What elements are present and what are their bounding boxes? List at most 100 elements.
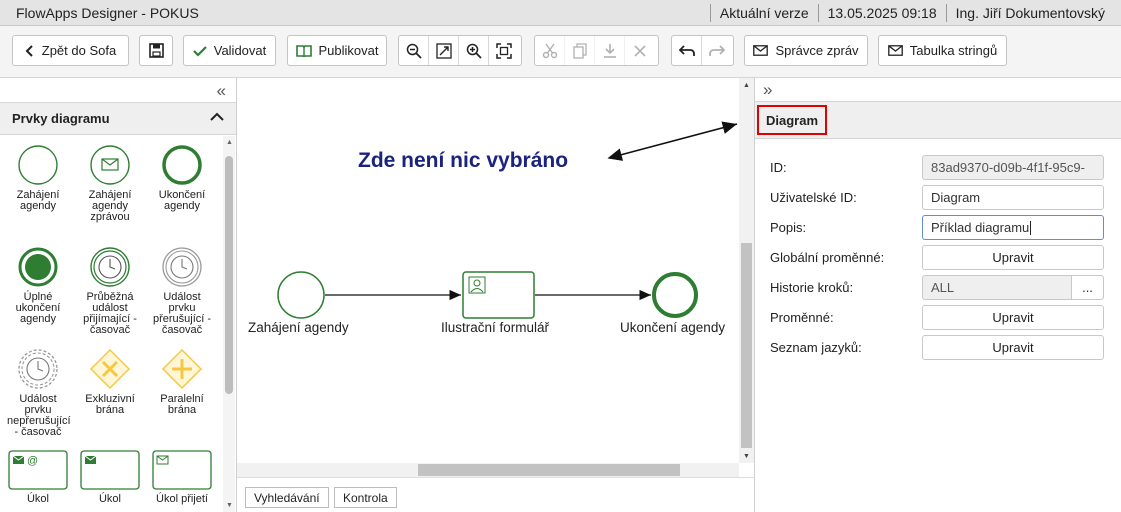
panel-title: Prvky diagramu: [12, 111, 110, 126]
palette-terminate-end-event[interactable]: Úplné ukončení agendy: [7, 246, 69, 325]
scroll-up-icon[interactable]: ▲: [743, 82, 750, 89]
user-id-field[interactable]: Diagram: [922, 185, 1104, 210]
messages-label: Správce zpráv: [775, 43, 859, 58]
step-history-more-button[interactable]: ...: [1071, 276, 1103, 299]
properties-header: Diagram: [755, 101, 1121, 139]
palette-item-label: Úplné ukončení agendy: [15, 291, 61, 325]
back-button[interactable]: Zpět do Sofa: [12, 35, 129, 66]
validate-button[interactable]: Validovat: [183, 35, 276, 66]
scrollbar-thumb[interactable]: [225, 156, 233, 394]
redo-button[interactable]: [702, 36, 732, 65]
datetime-label: 13.05.2025 09:18: [817, 3, 946, 22]
paste-icon: [603, 43, 616, 58]
delete-button[interactable]: [625, 36, 655, 65]
zoom-in-icon: [466, 43, 482, 59]
collapse-left-icon[interactable]: «: [217, 81, 226, 101]
description-field[interactable]: Příklad diagramu: [922, 215, 1104, 240]
tab-check[interactable]: Kontrola: [334, 487, 397, 508]
palette-start-event[interactable]: Zahájení agendy: [7, 144, 69, 212]
undo-icon: [678, 44, 695, 56]
strings-label: Tabulka stringů: [909, 43, 998, 58]
zoom-out-icon: [406, 43, 422, 59]
task-node[interactable]: [462, 271, 535, 319]
palette-send-task[interactable]: Úkol: [80, 450, 140, 505]
fit-screen-button[interactable]: [489, 36, 519, 65]
cut-button[interactable]: [535, 36, 565, 65]
chevron-up-icon[interactable]: [210, 110, 224, 125]
palette-item-label: Zahájení agendy zprávou: [88, 189, 132, 223]
message-start-event-icon: [90, 145, 130, 185]
step-history-label: Historie kroků:: [770, 280, 854, 295]
edit-languages-button[interactable]: Upravit: [922, 335, 1104, 360]
scrollbar-thumb[interactable]: [741, 243, 752, 448]
strings-table-button[interactable]: Tabulka stringů: [878, 35, 1007, 66]
redo-icon: [709, 44, 725, 56]
palette-email-task[interactable]: @ Úkol: [8, 450, 68, 505]
exclusive-gateway-icon: [89, 348, 131, 390]
description-label: Popis:: [770, 220, 807, 235]
validate-label: Validovat: [213, 43, 267, 58]
collapse-right-icon[interactable]: »: [763, 80, 772, 100]
zoom-fit-icon: [435, 42, 452, 59]
palette-exclusive-gateway[interactable]: Exkluzivní brána: [79, 348, 141, 416]
start-event[interactable]: [277, 271, 325, 319]
global-variables-label: Globální proměnné:: [770, 250, 885, 265]
messages-button[interactable]: Správce zpráv: [744, 35, 868, 66]
variables-label: Proměnné:: [770, 310, 834, 325]
book-icon: [295, 44, 312, 57]
paste-button[interactable]: [595, 36, 625, 65]
publish-button[interactable]: Publikovat: [287, 35, 387, 66]
palette-receive-task[interactable]: Úkol přijetí: [152, 450, 212, 505]
receive-task-icon: [152, 450, 212, 490]
fit-screen-icon: [496, 42, 512, 59]
zoom-out-button[interactable]: [399, 36, 429, 65]
end-event-icon: [162, 145, 202, 185]
user-task-icon: [468, 276, 486, 294]
text-caret: [1030, 220, 1032, 235]
send-task-icon: [80, 450, 140, 490]
diagram-canvas[interactable]: Zde není nic vybráno Zahájení agendy Ilu…: [237, 78, 754, 512]
diagram-elements-panel: « Prvky diagramu Zahájení agendy Zahájen…: [0, 78, 237, 512]
step-history-field[interactable]: ALL ...: [922, 275, 1104, 300]
diagram-svg: [277, 121, 738, 319]
tab-search[interactable]: Vyhledávání: [245, 487, 329, 508]
copy-button[interactable]: [565, 36, 595, 65]
palette-end-event[interactable]: Ukončení agendy: [151, 144, 213, 212]
canvas-vertical-scrollbar[interactable]: ▲ ▼: [739, 78, 754, 463]
email-task-icon: @: [8, 450, 68, 490]
scroll-up-icon[interactable]: ▲: [226, 139, 233, 146]
palette-timer-boundary-interrupting[interactable]: Událost prvku přerušující - časovač: [151, 246, 213, 336]
scrollbar-thumb[interactable]: [418, 464, 680, 476]
canvas-horizontal-scrollbar[interactable]: [237, 463, 739, 477]
save-button[interactable]: [139, 35, 173, 66]
user-name: Ing. Jiří Dokumentovský: [945, 3, 1121, 22]
end-event[interactable]: [652, 272, 698, 318]
end-event-label: Ukončení agendy: [620, 320, 726, 335]
palette-timer-boundary-non-interrupting[interactable]: Událost prvku nepřerušující - časovač: [7, 348, 71, 438]
zoom-fit-button[interactable]: [429, 36, 459, 65]
palette-message-start-event[interactable]: Zahájení agendy zprávou: [79, 144, 141, 223]
palette-item-label: Událost prvku nepřerušující - časovač: [7, 393, 71, 438]
scroll-down-icon[interactable]: ▼: [226, 502, 233, 509]
start-event-label: Zahájení agendy: [248, 320, 349, 335]
zoom-group: [398, 35, 522, 66]
save-icon: [148, 43, 164, 58]
properties-panel: » Diagram ID: 83ad9370-d09b-4f1f-95c9- U…: [754, 78, 1121, 512]
svg-text:@: @: [27, 455, 38, 467]
palette-item-label: Zahájení agendy: [16, 189, 60, 212]
scroll-down-icon[interactable]: ▼: [743, 453, 750, 460]
id-field[interactable]: 83ad9370-d09b-4f1f-95c9-: [922, 155, 1104, 180]
terminate-end-event-icon: [18, 247, 58, 287]
envelope-icon: [753, 45, 769, 56]
edit-variables-button[interactable]: Upravit: [922, 305, 1104, 330]
edit-global-variables-button[interactable]: Upravit: [922, 245, 1104, 270]
palette-parallel-gateway[interactable]: Paralelní brána: [151, 348, 213, 416]
palette: Zahájení agendy Zahájení agendy zprávou …: [0, 136, 222, 512]
palette-item-label: Úkol přijetí: [156, 493, 208, 505]
zoom-in-button[interactable]: [459, 36, 489, 65]
edit-group: [534, 35, 659, 66]
undo-button[interactable]: [672, 36, 702, 65]
palette-timer-intermediate-event[interactable]: Průběžná událost přijímající - časovač: [79, 246, 141, 336]
version-label: Aktuální verze: [709, 3, 818, 22]
palette-scrollbar[interactable]: ▲ ▼: [223, 136, 235, 512]
